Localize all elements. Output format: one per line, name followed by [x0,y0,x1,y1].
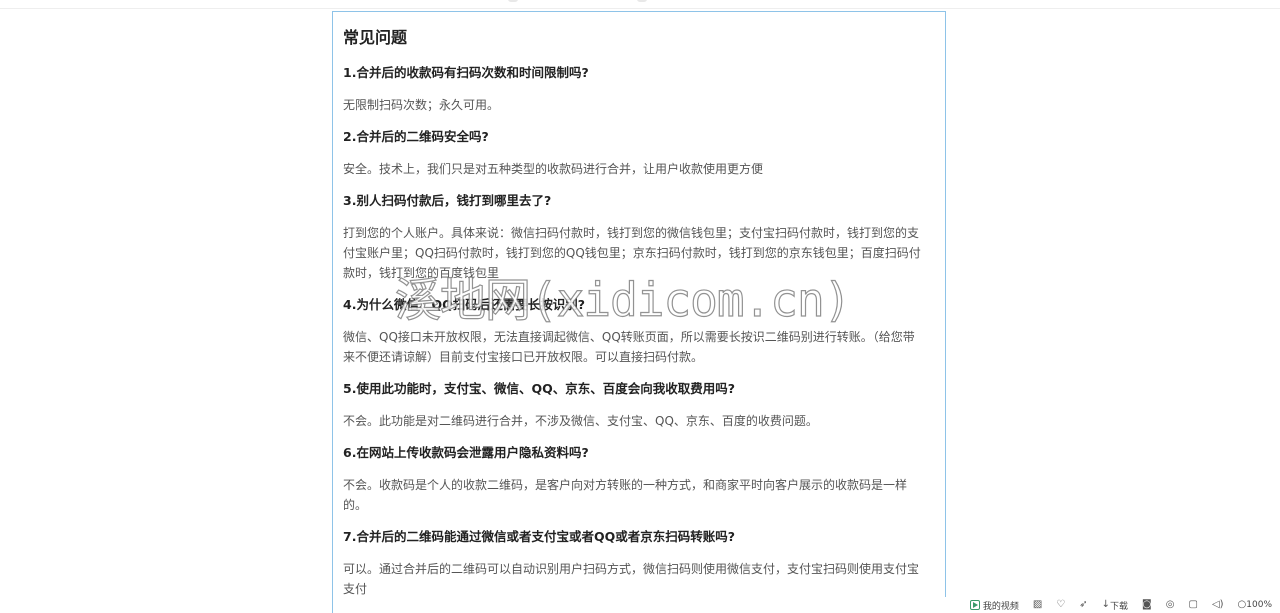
faq-panel: 常见问题 1.合并后的收款码有扫码次数和时间限制吗? 无限制扫码次数；永久可用。… [332,11,946,613]
record-icon: ◎ [1165,599,1175,610]
faq-answer-4: 微信、QQ接口未开放权限，无法直接调起微信、QQ转账页面，所以需要长按识二维码别… [343,330,915,364]
faq-question-5: 5.使用此功能时，支付宝、微信、QQ、京东、百度会向我收取费用吗? [343,381,735,396]
faq-question-3: 3.别人扫码付款后，钱打到哪里去了? [343,193,552,208]
download-button[interactable]: ↓ 下载 [1102,597,1128,613]
faq-answer-7: 可以。通过合并后的二维码可以自动识别用户扫码方式，微信扫码则使用微信支付，支付宝… [343,562,920,596]
top-edge-fragment [637,0,647,2]
zoom-control[interactable]: ○ 100% [1238,597,1272,613]
window-icon: ▢ [1188,599,1198,610]
faq-answer-3: 打到您的个人账户。具体来说：微信扫码付款时，钱打到您的微信钱包里；支付宝扫码付款… [343,226,921,280]
download-label: 下载 [1110,601,1129,612]
faq-question-6: 6.在网站上传收款码会泄露用户隐私资料吗? [343,445,589,460]
speaker-icon: ◁) [1211,599,1224,610]
zoom-level: 100% [1246,600,1272,610]
faq-question-1: 1.合并后的收款码有扫码次数和时间限制吗? [343,65,589,80]
player-statusbar: 我的视频 ▨ ♡ ➶ ↓ 下载 ◙ ◎ ▢ ◁) ○ 100% [910,597,1280,613]
window-button[interactable]: ▢ [1188,597,1197,613]
my-video-button[interactable]: 我的视频 [969,597,1019,613]
magnifier-icon: ○ [1237,599,1247,610]
camera-icon: ◙ [1142,599,1152,610]
image-icon: ▨ [1032,599,1043,610]
faq-question-2: 2.合并后的二维码安全吗? [343,129,489,144]
faq-question-7: 7.合并后的二维码能通过微信或者支付宝或者QQ或者京东扫码转账吗? [343,529,735,544]
faq-answer-1: 无限制扫码次数；永久可用。 [343,98,500,112]
top-edge-fragment [508,0,518,2]
my-video-label: 我的视频 [982,601,1019,612]
favorite-button[interactable]: ♡ [1056,597,1065,613]
download-icon: ↓ [1101,599,1111,610]
faq-question-4: 4.为什么微信、QQ扫码后还需要长按识别? [343,297,585,312]
volume-button[interactable]: ◁) [1212,597,1224,613]
top-edge [0,0,1280,9]
heart-icon: ♡ [1056,599,1066,610]
faq-title: 常见问题 [343,28,408,47]
record-button[interactable]: ◎ [1166,597,1175,613]
rocket-icon: ➶ [1079,599,1088,610]
faq-answer-6: 不会。收款码是个人的收款二维码，是客户向对方转账的一种方式，和商家平时向客户展示… [343,478,908,512]
faq-answer-5: 不会。此功能是对二维码进行合并，不涉及微信、支付宝、QQ、京东、百度的收费问题。 [343,414,818,428]
play-icon [969,600,980,610]
boost-button[interactable]: ➶ [1079,597,1087,613]
image-button[interactable]: ▨ [1033,597,1042,613]
screenshot-button[interactable]: ◙ [1142,597,1152,613]
faq-answer-2: 安全。技术上，我们只是对五种类型的收款码进行合并，让用户收款使用更方便 [343,162,764,176]
